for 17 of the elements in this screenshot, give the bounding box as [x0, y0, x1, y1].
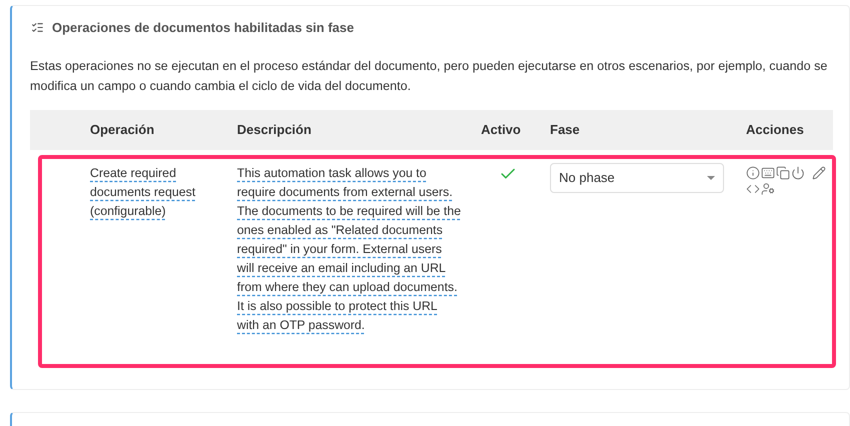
power-icon[interactable]: [791, 166, 805, 180]
edit-icon[interactable]: [812, 166, 826, 180]
info-icon[interactable]: [746, 166, 760, 180]
operation-description: This automation task allows you to require documents from external users. The documents to be required will be the ones enabled as "Related documents required" in your form. External users will receive an email including an URL from where they can upload documents. It is also possible to protect this URL with an OTP password.: [237, 166, 461, 332]
column-header: Descripción: [237, 120, 312, 139]
user-settings-icon[interactable]: [761, 182, 775, 196]
phase-select[interactable]: No phase: [550, 162, 724, 192]
column-header: Operación: [90, 120, 156, 139]
column-header: Activo: [481, 120, 522, 139]
list-icon: [31, 21, 44, 34]
keyboard-icon[interactable]: [761, 166, 775, 180]
operation-link[interactable]: Create required documents request (configurable): [90, 164, 227, 220]
column-header: Acciones: [746, 120, 804, 139]
column-header: Fase: [550, 120, 581, 139]
copy-icon[interactable]: [776, 166, 790, 180]
section-description: Estas operaciones no se ejecutan en el proceso estándar del documento, pero pueden ejecutarse en otros escenarios, por ejemplo, cuando se modifica un campo o cuando cambia el ciclo de vida del documento.: [30, 58, 828, 95]
section-title: Operaciones de documentos habilitadas sin fase: [52, 19, 354, 37]
